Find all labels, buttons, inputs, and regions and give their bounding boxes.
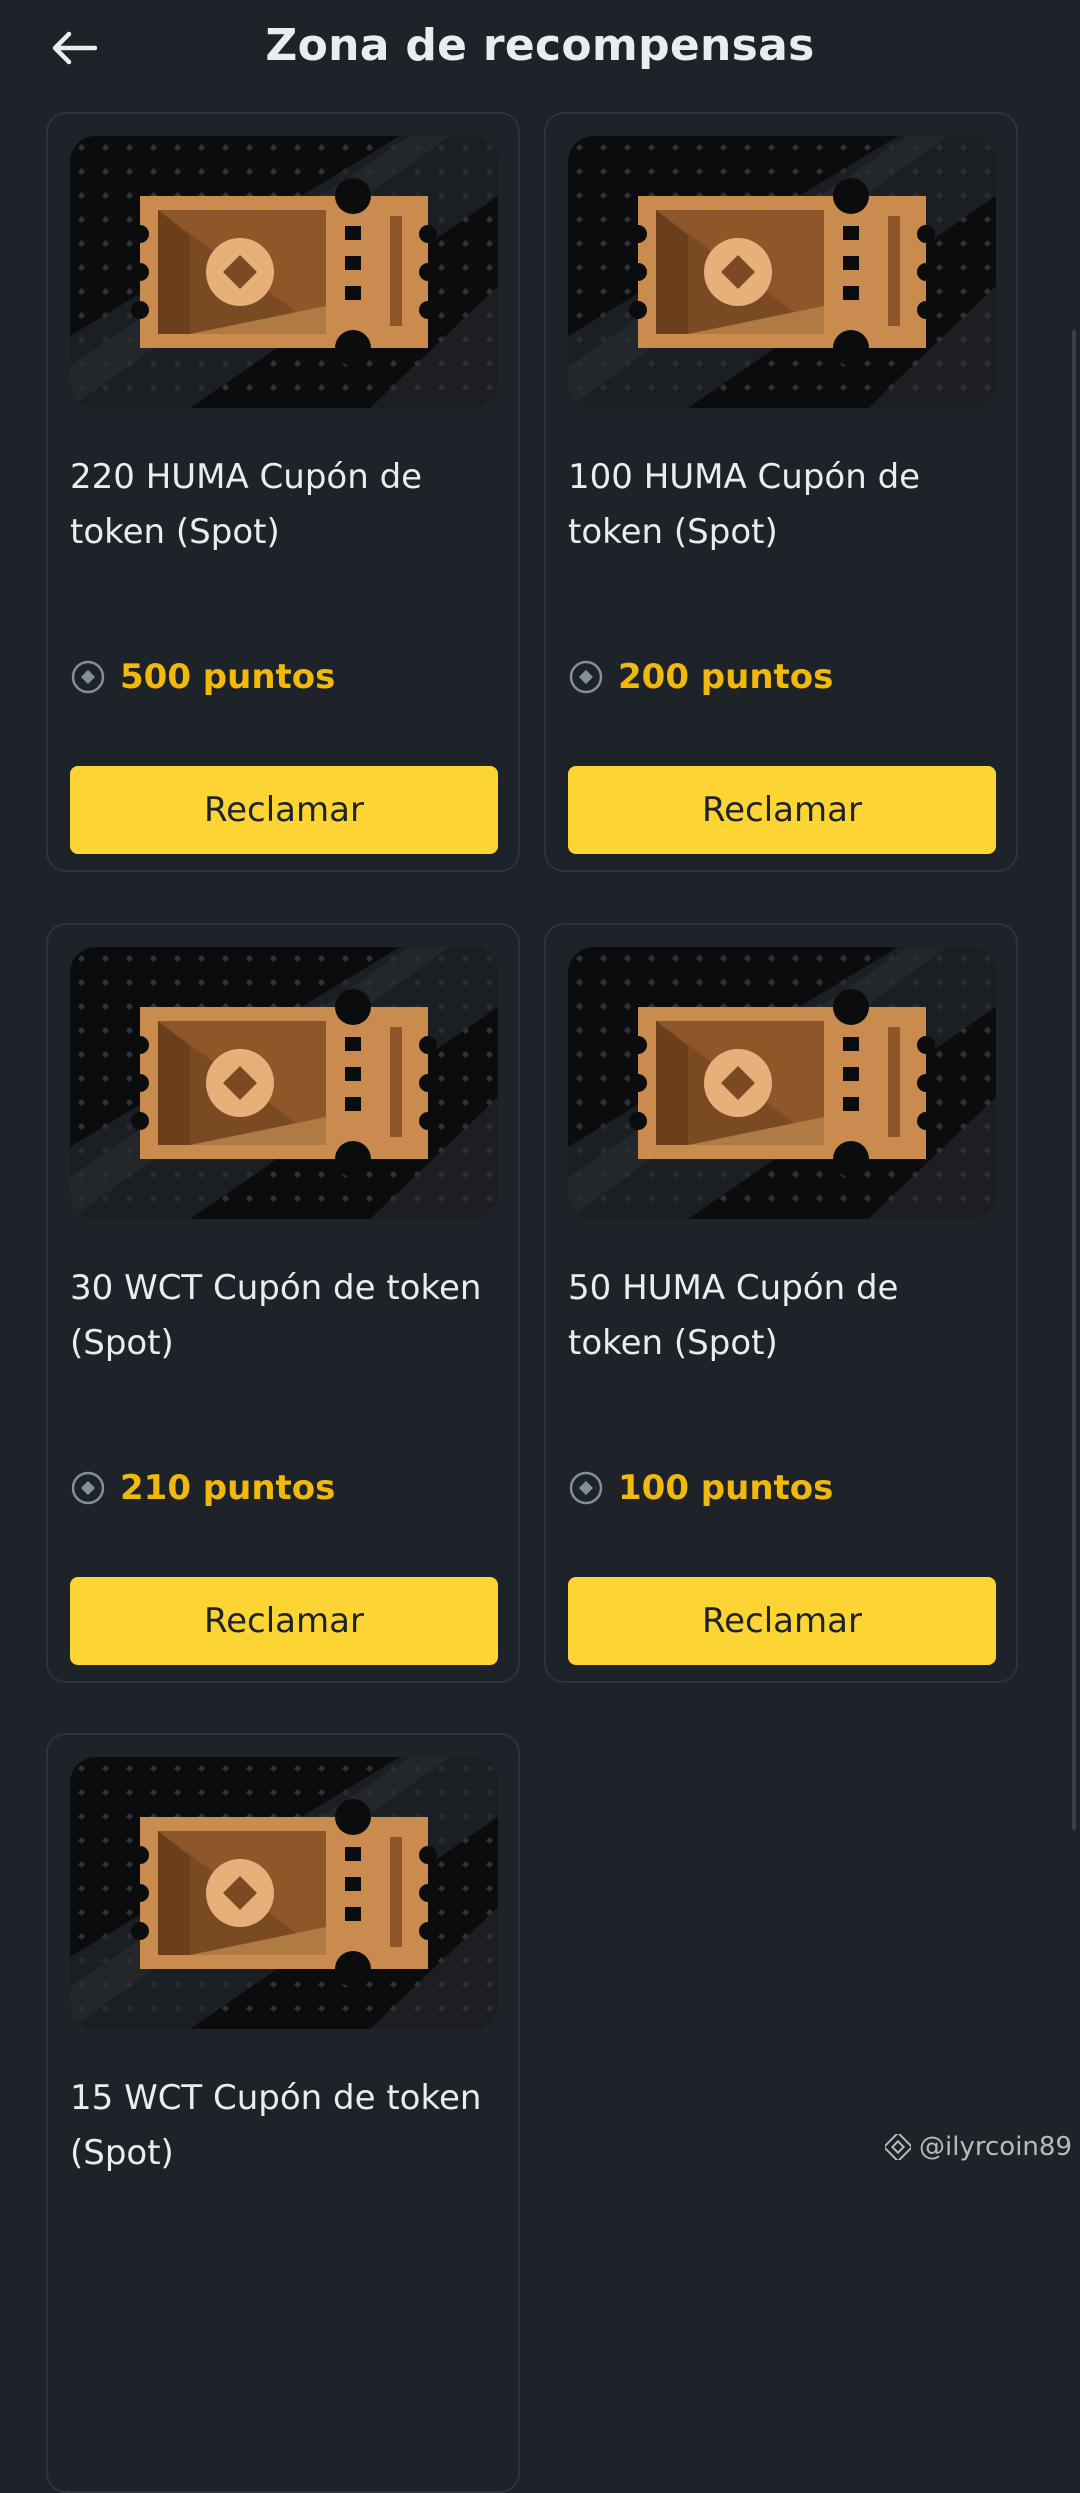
reward-title: 15 WCT Cupón de token (Spot) [70,2078,482,2173]
reward-card: 50 HUMA Cupón de token (Spot) 100 puntos… [544,923,1018,1683]
scrollbar[interactable] [1072,330,1076,1830]
reward-title: 220 HUMA Cupón de token (Spot) [70,457,423,552]
reward-card: 100 HUMA Cupón de token (Spot) 200 punto… [544,112,1018,872]
points-icon [569,660,603,694]
ticket-coupon-image [568,136,996,408]
reward-card: 30 WCT Cupón de token (Spot) 210 puntos … [46,923,520,1683]
reward-title: 30 WCT Cupón de token (Spot) [70,1268,482,1363]
reward-card: 15 WCT Cupón de token (Spot) [46,1733,520,2493]
binance-logo-icon [885,2134,912,2160]
reward-title: 100 HUMA Cupón de token (Spot) [568,457,921,552]
ticket-coupon-image [70,1757,498,2029]
ticket-coupon-image [70,947,498,1219]
points-label: 100 puntos [618,1468,834,1508]
claim-button[interactable]: Reclamar [568,766,996,854]
points-cost: 210 puntos [70,1463,335,1513]
claim-button[interactable]: Reclamar [568,1577,996,1665]
points-icon [569,1471,603,1505]
ticket-coupon-image [70,136,498,408]
claim-button[interactable]: Reclamar [70,766,498,854]
points-cost: 500 puntos [70,652,335,702]
header: Zona de recompensas [0,0,1080,96]
points-cost: 200 puntos [568,652,833,702]
reward-title: 50 HUMA Cupón de token (Spot) [568,1268,899,1363]
reward-card: 220 HUMA Cupón de token (Spot) 500 punto… [46,112,520,872]
points-icon [71,1471,105,1505]
page-title: Zona de recompensas [265,20,815,71]
points-icon [71,660,105,694]
watermark: @ilyrcoin89 [885,2132,1072,2162]
points-cost: 100 puntos [568,1463,833,1513]
points-label: 200 puntos [618,657,834,697]
points-label: 500 puntos [120,657,336,697]
ticket-coupon-image [568,947,996,1219]
claim-button[interactable]: Reclamar [70,1577,498,1665]
watermark-text: @ilyrcoin89 [919,2132,1072,2162]
points-label: 210 puntos [120,1468,336,1508]
